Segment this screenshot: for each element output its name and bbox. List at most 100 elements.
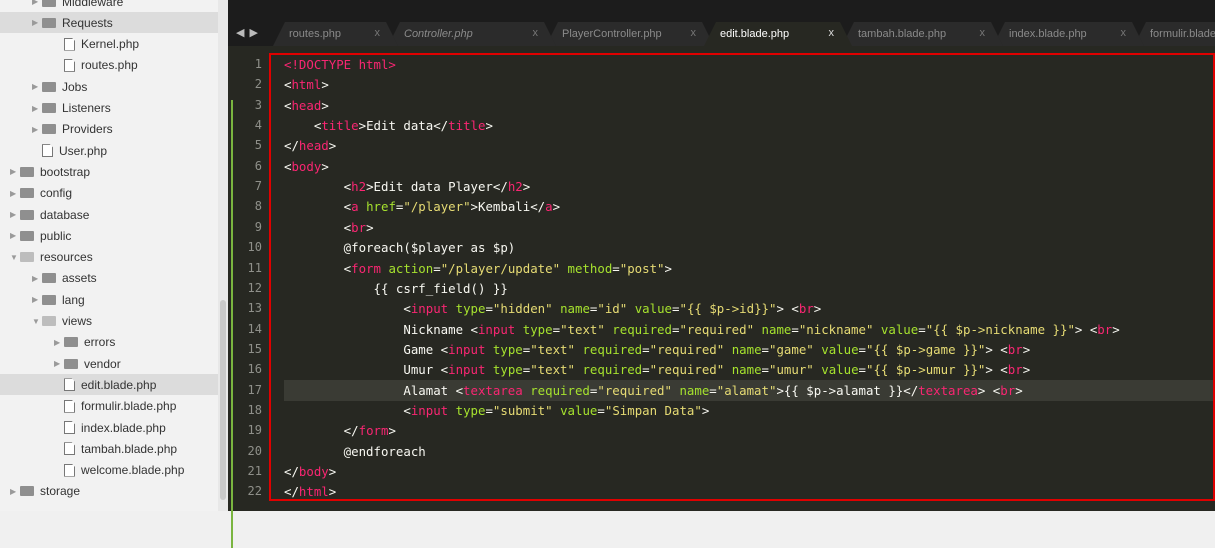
folder-item[interactable]: ▼ views <box>0 311 228 332</box>
tab-4[interactable]: tambah.blade.php x <box>842 22 1003 46</box>
file-item[interactable]: formulir.blade.php <box>0 396 228 417</box>
code-line[interactable]: <a href="/player">Kembali</a> <box>284 196 1215 217</box>
disclosure-closed-icon[interactable]: ▶ <box>32 125 42 134</box>
folder-item[interactable]: ▶ Listeners <box>0 98 228 119</box>
code-token: "required" <box>679 321 755 337</box>
folder-item[interactable]: ▶ database <box>0 204 228 225</box>
code-line[interactable]: </head> <box>284 135 1215 156</box>
folder-item[interactable]: ▶ Providers <box>0 119 228 140</box>
code-line[interactable]: Game <input type="text" required="requir… <box>284 339 1215 360</box>
tab-nav-arrows[interactable]: ◀ ▶ <box>236 26 259 39</box>
code-token: html <box>291 77 322 93</box>
code-line[interactable]: Alamat <textarea required="required" nam… <box>284 379 1215 401</box>
folder-item[interactable]: ▶ config <box>0 183 228 204</box>
disclosure-closed-icon[interactable]: ▶ <box>32 295 42 304</box>
tab-2[interactable]: PlayerController.php x <box>546 22 714 46</box>
sidebar-scrollbar[interactable] <box>218 0 228 511</box>
disclosure-closed-icon[interactable]: ▶ <box>32 18 42 27</box>
code-line[interactable]: <h2>Edit data Player</h2> <box>284 176 1215 197</box>
tree-item-label: formulir.blade.php <box>81 399 177 414</box>
tab-label: index.blade.php <box>1009 28 1087 40</box>
code-token: "Simpan Data" <box>604 402 702 418</box>
file-item[interactable]: welcome.blade.php <box>0 460 228 481</box>
file-item[interactable]: index.blade.php <box>0 417 228 438</box>
tab-6[interactable]: formulir.blade <box>1134 22 1215 46</box>
code-line[interactable]: Umur <input type="text" required="requir… <box>284 359 1215 380</box>
code-token: > <box>1022 341 1031 357</box>
tab-3[interactable]: edit.blade.php x <box>704 22 852 46</box>
disclosure-closed-icon[interactable]: ▶ <box>32 82 42 91</box>
disclosure-closed-icon[interactable]: ▶ <box>32 0 42 6</box>
folder-item[interactable]: ▶ Requests <box>0 12 228 34</box>
tab-5[interactable]: index.blade.php x <box>993 22 1144 46</box>
disclosure-closed-icon[interactable]: ▶ <box>54 359 64 368</box>
file-item[interactable]: edit.blade.php <box>0 374 228 396</box>
code-line[interactable]: <form action="/player/update" method="po… <box>284 258 1215 279</box>
code-token: form <box>351 260 381 276</box>
code-line[interactable]: <input type="submit" value="Simpan Data"… <box>284 400 1215 421</box>
folder-item[interactable]: ▶ errors <box>0 332 228 353</box>
tab-close-icon[interactable]: x <box>691 27 697 39</box>
code-line[interactable]: </form> <box>284 420 1215 441</box>
code-token: name <box>731 362 762 378</box>
code-token: Alamat < <box>284 382 464 398</box>
disclosure-closed-icon[interactable]: ▶ <box>10 231 20 240</box>
tab-1[interactable]: Controller.php x <box>388 22 556 46</box>
folder-item[interactable]: ▶ bootstrap <box>0 161 228 182</box>
tab-close-icon[interactable]: x <box>375 27 381 39</box>
disclosure-open-icon[interactable]: ▼ <box>10 253 20 262</box>
code-line[interactable]: <body> <box>284 156 1215 177</box>
folder-item[interactable]: ▶ storage <box>0 481 228 502</box>
file-tree-sidebar: ▶ Middleware ▶ Requests Kernel.php routes.php… <box>0 0 228 511</box>
folder-item[interactable]: ▶ Middleware <box>0 0 228 12</box>
folder-item[interactable]: ▶ vendor <box>0 353 228 374</box>
code-line[interactable]: <input type="hidden" name="id" value="{{… <box>284 298 1215 319</box>
folder-item[interactable]: ▶ lang <box>0 289 228 310</box>
disclosure-closed-icon[interactable]: ▶ <box>10 487 20 496</box>
tab-close-icon[interactable]: x <box>829 27 835 39</box>
code-line[interactable]: @endforeach <box>284 441 1215 462</box>
folder-item[interactable]: ▶ Jobs <box>0 76 228 97</box>
folder-item[interactable]: ▼ resources <box>0 247 228 268</box>
code-line[interactable]: </html> <box>284 481 1215 502</box>
disclosure-closed-icon[interactable]: ▶ <box>10 210 20 219</box>
folder-item[interactable]: ▶ assets <box>0 268 228 289</box>
code-line[interactable]: <html> <box>284 74 1215 95</box>
tab-close-icon[interactable]: x <box>533 27 539 39</box>
code-line[interactable]: </body> <box>284 461 1215 482</box>
disclosure-closed-icon[interactable]: ▶ <box>32 104 42 113</box>
disclosure-closed-icon[interactable]: ▶ <box>10 189 20 198</box>
folder-item[interactable]: ▶ public <box>0 225 228 246</box>
disclosure-closed-icon[interactable]: ▶ <box>10 167 20 176</box>
code-token: name <box>560 301 590 317</box>
sidebar-scrollbar-thumb[interactable] <box>220 300 226 500</box>
code-line[interactable]: <br> <box>284 217 1215 238</box>
code-token: <!DOCTYPE html> <box>284 57 396 72</box>
disclosure-open-icon[interactable]: ▼ <box>32 317 42 326</box>
tab-close-icon[interactable]: x <box>1121 27 1127 39</box>
code-token: >Edit data Player</ <box>366 179 508 195</box>
code-line[interactable]: Nickname <input type="text" required="re… <box>284 319 1215 340</box>
code-token: name <box>731 341 762 357</box>
code-token: br <box>798 301 814 317</box>
file-item[interactable]: tambah.blade.php <box>0 438 228 459</box>
code-line[interactable]: <head> <box>284 95 1215 116</box>
file-item[interactable]: Kernel.php <box>0 34 228 55</box>
code-line[interactable]: @foreach($player as $p) <box>284 237 1215 258</box>
code-line[interactable]: {{ csrf_field() }} <box>284 278 1215 299</box>
tab-0[interactable]: routes.php x <box>273 22 398 46</box>
disclosure-closed-icon[interactable]: ▶ <box>32 274 42 283</box>
file-item[interactable]: routes.php <box>0 55 228 76</box>
code-token: > <box>1112 321 1120 337</box>
tab-close-icon[interactable]: x <box>980 27 986 39</box>
file-item[interactable]: User.php <box>0 140 228 161</box>
disclosure-closed-icon[interactable]: ▶ <box>54 338 64 347</box>
code-line[interactable]: <!DOCTYPE html> <box>284 54 1215 75</box>
code-token: type <box>455 402 486 418</box>
code-area[interactable]: <!DOCTYPE html> <html> <head> <title>Edit … <box>284 46 1215 511</box>
code-token: "post" <box>619 260 665 276</box>
code-line[interactable]: <title>Edit data</title> <box>284 115 1215 136</box>
code-token: < <box>284 260 352 276</box>
